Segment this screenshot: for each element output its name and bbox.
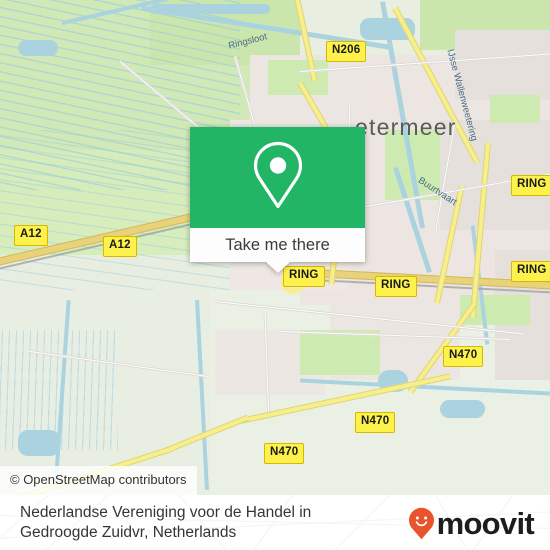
map-shield-ring-center-east[interactable]: RING: [375, 276, 417, 297]
map-shield-n206[interactable]: N206: [326, 41, 367, 62]
callout-tail: [265, 262, 290, 273]
moovit-pin-icon: [408, 507, 434, 540]
map-shield-n470-mid[interactable]: N470: [355, 412, 396, 433]
moovit-logo[interactable]: moovit: [408, 506, 535, 541]
map-shield-n470-west[interactable]: N470: [264, 443, 305, 464]
map-water-pond-s: [440, 400, 485, 418]
map-attribution[interactable]: © OpenStreetMap contributors: [0, 466, 197, 495]
map-shield-a12-mid[interactable]: A12: [103, 236, 137, 257]
map-shield-n470-east[interactable]: N470: [443, 346, 484, 367]
map-park-c: [300, 330, 380, 375]
moovit-wordmark: moovit: [436, 506, 535, 541]
map-water-pond-w: [18, 40, 58, 56]
screenshot-root: etermeer Ringsloot IJsse Wallenweetering…: [0, 0, 550, 550]
map-residential-ne: [455, 30, 550, 100]
map-pin-icon: [251, 140, 305, 215]
callout-icon-panel: [190, 127, 365, 228]
take-me-there-label: Take me there: [225, 235, 330, 254]
map-park-e: [490, 95, 540, 123]
map-shield-ring-ne[interactable]: RING: [511, 175, 550, 196]
map-water-pond-sw: [18, 430, 60, 456]
footer-bar: Nederlandse Vereniging voor de Handel in…: [0, 495, 550, 550]
map-water-lake-n: [150, 4, 270, 14]
map-shield-a12-west[interactable]: A12: [14, 225, 48, 246]
take-me-there-callout[interactable]: Take me there: [190, 127, 365, 273]
map-park-a: [268, 60, 328, 95]
map-place-label-zoetermeer: etermeer: [355, 114, 457, 140]
place-title: Nederlandse Vereniging voor de Handel in…: [20, 504, 312, 541]
take-me-there-button[interactable]: Take me there: [190, 228, 365, 273]
map-shield-ring-se[interactable]: RING: [511, 261, 550, 282]
